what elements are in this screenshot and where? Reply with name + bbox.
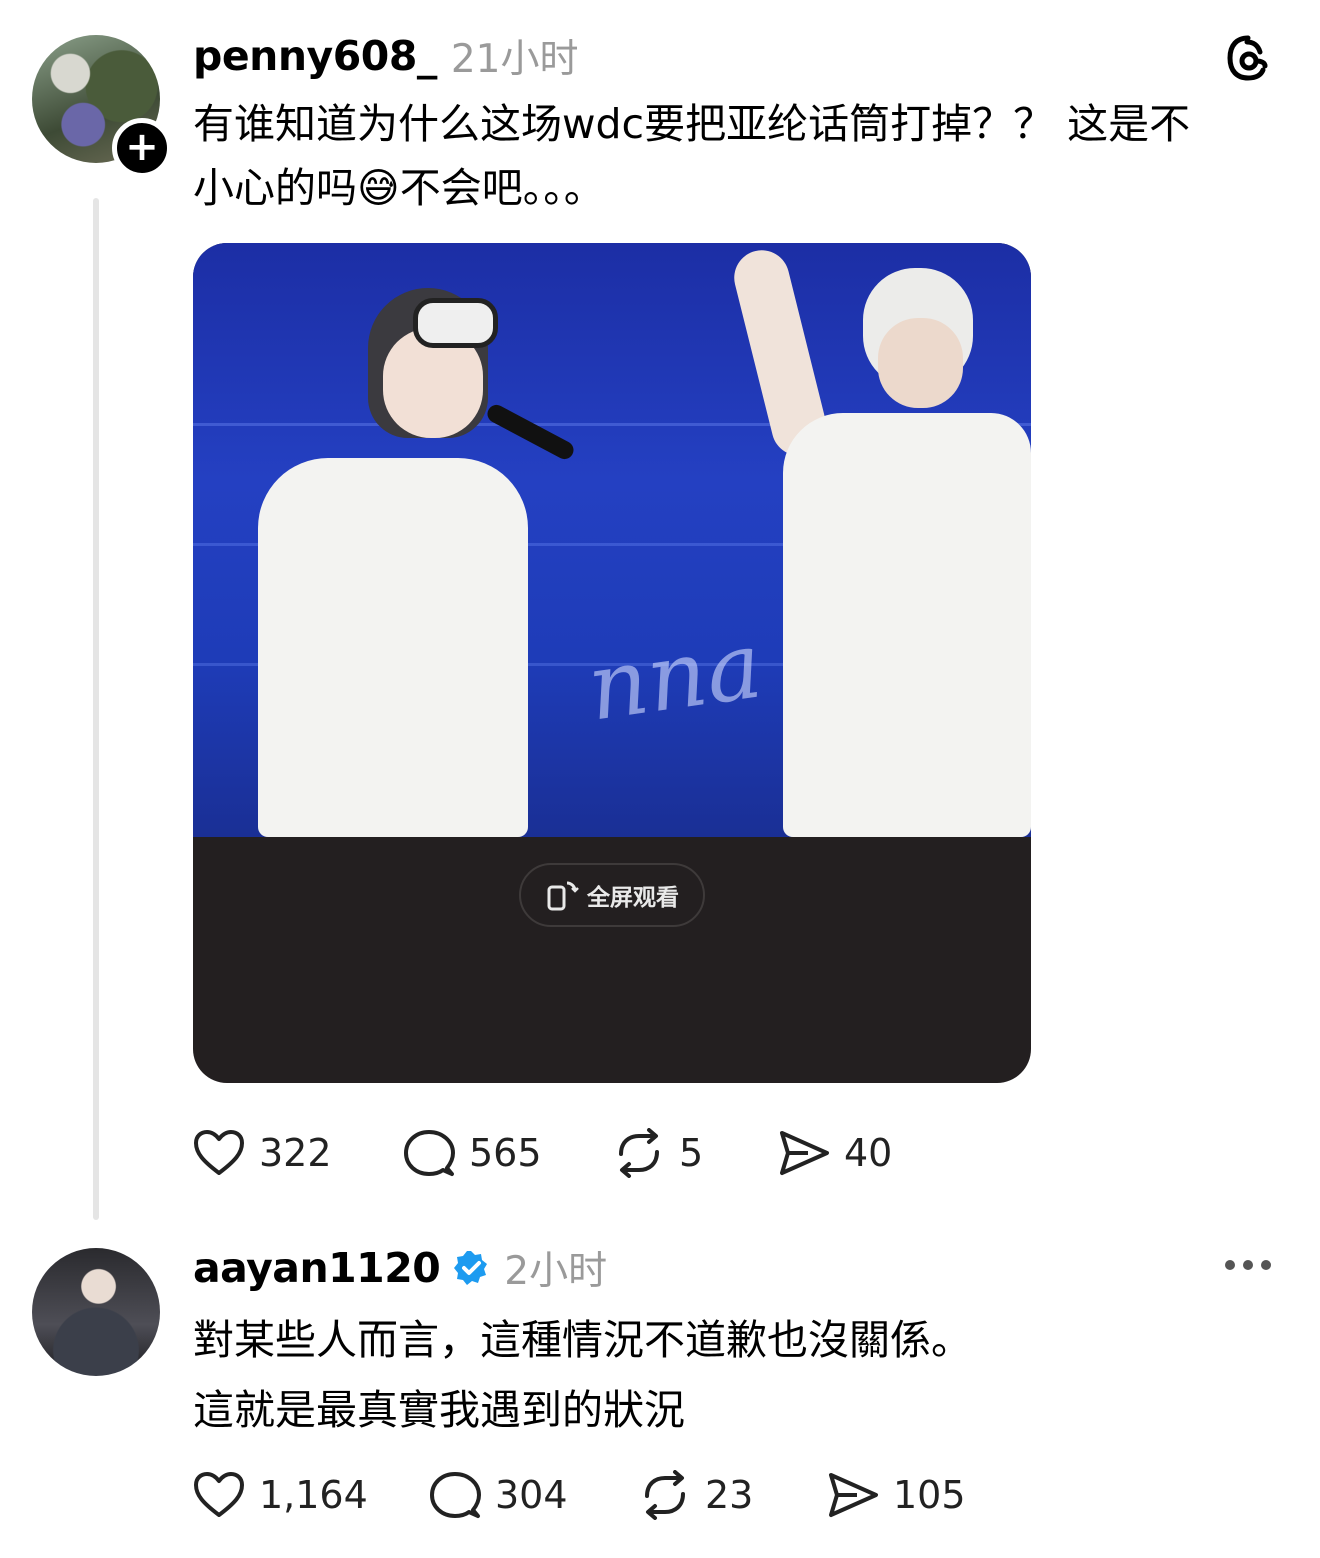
reply-share-button[interactable]: 105 (827, 1471, 966, 1519)
share-button[interactable]: 40 (778, 1129, 892, 1177)
reply-header: aayan1120 2小时 (193, 1240, 607, 1296)
performer-left-outfit (258, 458, 528, 837)
microphone (484, 401, 577, 463)
video-overlay-script: nna (581, 611, 768, 742)
reply-author-avatar[interactable] (32, 1248, 160, 1376)
post-timestamp: 21小时 (450, 37, 579, 82)
reply-repost-button[interactable]: 23 (639, 1470, 827, 1520)
more-dots-icon[interactable] (1222, 1250, 1274, 1280)
heart-icon (194, 1472, 244, 1517)
send-icon (780, 1131, 829, 1175)
reply-comment-count: 304 (495, 1473, 568, 1517)
comment-count: 565 (469, 1131, 542, 1175)
share-count: 40 (844, 1131, 893, 1175)
comment-bubble-icon (404, 1130, 455, 1176)
repost-count: 5 (679, 1131, 704, 1175)
post-text-line1: 有谁知道为什么这场wdc要把亚纶话筒打掉？？ 这是不 (193, 100, 1191, 148)
post-video[interactable]: nna 全屏观看 (193, 243, 1031, 1083)
like-count: 322 (259, 1131, 332, 1175)
reply-timestamp: 2小时 (504, 1249, 608, 1294)
comment-bubble-icon (430, 1472, 481, 1518)
reply-like-count: 1,164 (259, 1473, 368, 1517)
reply-username[interactable]: aayan1120 (193, 1244, 441, 1292)
performer-left-goggles (413, 298, 498, 348)
post-username[interactable]: penny608_ (193, 32, 437, 80)
thread-connector-line (93, 198, 99, 1220)
repost-icon (645, 1470, 685, 1520)
performer-right-face (878, 318, 963, 408)
fullscreen-button[interactable]: 全屏观看 (519, 863, 705, 927)
fullscreen-label: 全屏观看 (587, 885, 679, 911)
post-body: 有谁知道为什么这场wdc要把亚纶话筒打掉？？ 这是不 小心的吗😅不会吧。。。 (193, 92, 1273, 220)
reply-text-line1: 對某些人而言，這種情況不道歉也沒關係。 (193, 1316, 972, 1364)
follow-plus-icon[interactable]: + (112, 118, 172, 178)
post-text-line2-rest: 不会吧。。。 (399, 164, 605, 212)
video-frame: nna (193, 243, 1031, 837)
sweat-smile-emoji: 😅 (357, 164, 400, 212)
reply-actions: 1,164 304 23 105 (193, 1470, 966, 1520)
reply-body: 對某些人而言，這種情況不道歉也沒關係。 這就是最真實我遇到的狀況 (193, 1305, 1273, 1445)
repost-icon (619, 1128, 659, 1178)
post-text-line2-wrap: 小心的吗😅不会吧。。。 (193, 156, 1273, 220)
reply-comment-button[interactable]: 304 (429, 1470, 639, 1520)
verified-badge-icon (454, 1251, 488, 1285)
rotate-screen-icon (547, 881, 579, 911)
reply-share-count: 105 (893, 1473, 966, 1517)
reply-like-button[interactable]: 1,164 (193, 1471, 429, 1519)
threads-logo-icon[interactable] (1222, 32, 1274, 84)
post-actions: 322 565 5 40 (193, 1128, 892, 1178)
reply-text-line2: 這就是最真實我遇到的狀況 (193, 1386, 685, 1434)
performer-right-outfit (783, 413, 1031, 837)
post-header: penny608_ 21小时 (193, 28, 578, 84)
send-icon (829, 1473, 878, 1517)
repost-button[interactable]: 5 (613, 1128, 778, 1178)
post-text-line2: 小心的吗 (193, 164, 357, 212)
reply-repost-count: 23 (705, 1473, 754, 1517)
comment-button[interactable]: 565 (403, 1128, 613, 1178)
like-button[interactable]: 322 (193, 1129, 403, 1177)
heart-icon (194, 1130, 244, 1175)
